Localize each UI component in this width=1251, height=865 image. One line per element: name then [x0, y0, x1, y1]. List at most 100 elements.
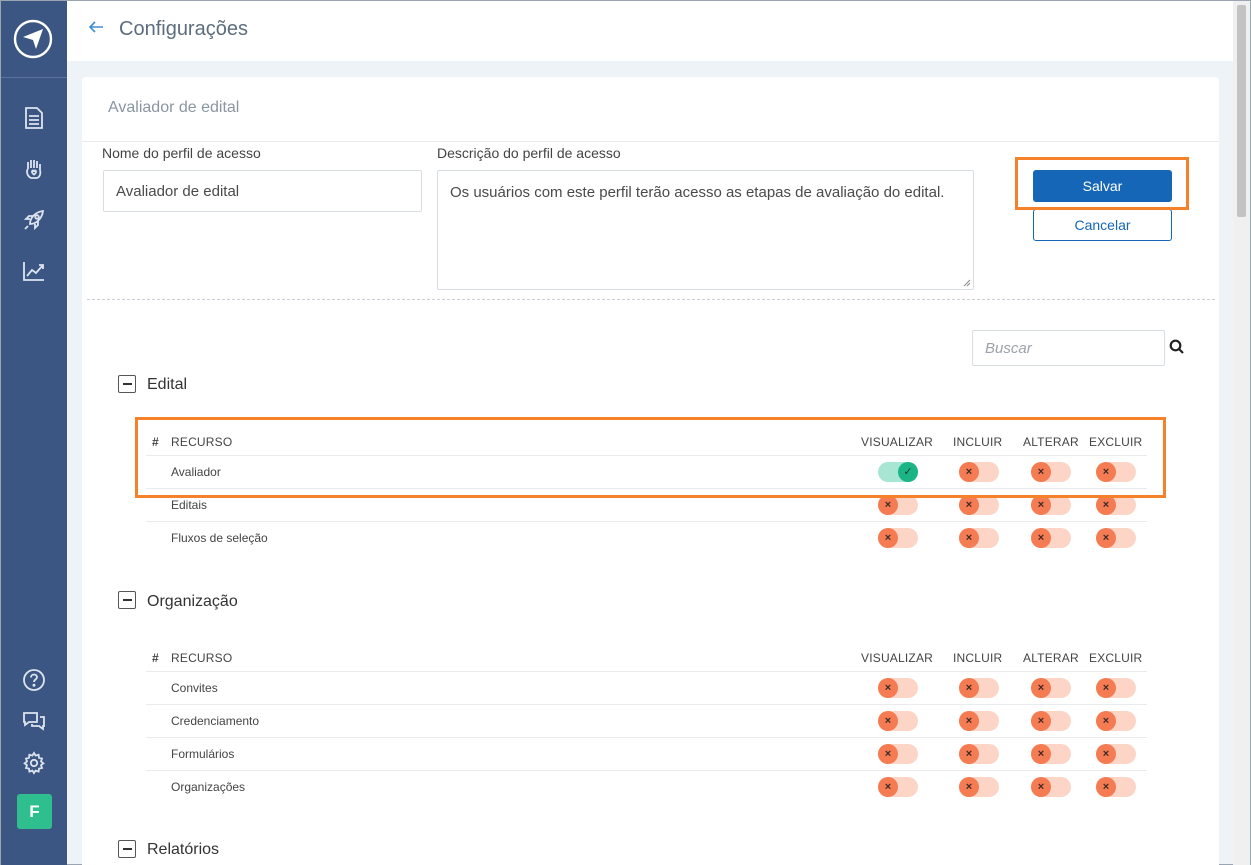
page-title: Configurações	[119, 18, 248, 40]
row-label-editais: Editais	[171, 498, 208, 512]
section-title-edital: Edital	[147, 376, 188, 393]
toggle-convites-include[interactable]: ×	[959, 678, 999, 698]
name-field[interactable]: Avaliador de edital	[103, 170, 422, 212]
header: Configurações	[67, 1, 1235, 61]
description-field[interactable]: Os usuários com este perfil terão acesso…	[437, 170, 974, 290]
collapse-edital-button[interactable]	[118, 375, 136, 393]
toggle-editais-delete[interactable]: ×	[1096, 495, 1136, 515]
dashed-divider	[87, 299, 1215, 300]
toggle-organizacoes-include[interactable]: ×	[959, 777, 999, 797]
x-icon: ×	[1031, 744, 1051, 764]
x-icon: ×	[878, 528, 898, 548]
x-icon: ×	[1096, 777, 1116, 797]
search-input[interactable]: Buscar	[972, 330, 1165, 366]
row-divider	[146, 521, 1147, 522]
save-button-highlight	[1015, 157, 1189, 210]
row-label-fluxos: Fluxos de seleção	[171, 531, 268, 545]
row-divider	[146, 671, 1147, 672]
x-icon: ×	[1031, 678, 1051, 698]
x-icon: ×	[959, 678, 979, 698]
x-icon: ×	[878, 777, 898, 797]
toggle-credenciamento-alter[interactable]: ×	[1031, 711, 1071, 731]
toggle-formularios-include[interactable]: ×	[959, 744, 999, 764]
toggle-convites-delete[interactable]: ×	[1096, 678, 1136, 698]
x-icon: ×	[1096, 711, 1116, 731]
toggle-organizacoes-view[interactable]: ×	[878, 777, 918, 797]
th-hash: #	[152, 651, 159, 665]
toggle-convites-alter[interactable]: ×	[1031, 678, 1071, 698]
section-title-relatorios: Relatórios	[147, 841, 220, 858]
sidebar-divider	[1, 77, 67, 78]
toggle-editais-include[interactable]: ×	[959, 495, 999, 515]
avatar[interactable]: F	[17, 794, 52, 829]
toggle-credenciamento-delete[interactable]: ×	[1096, 711, 1136, 731]
x-icon: ×	[959, 495, 979, 515]
card-title: Avaliador de edital	[108, 99, 240, 116]
toggle-organizacoes-delete[interactable]: ×	[1096, 777, 1136, 797]
x-icon: ×	[1031, 528, 1051, 548]
toggle-fluxos-view[interactable]: ×	[878, 528, 918, 548]
logo-icon[interactable]	[12, 18, 54, 60]
toggle-formularios-alter[interactable]: ×	[1031, 744, 1071, 764]
x-icon: ×	[1031, 777, 1051, 797]
scrollbar[interactable]	[1233, 1, 1250, 865]
x-icon: ×	[878, 744, 898, 764]
toggle-fluxos-include[interactable]: ×	[959, 528, 999, 548]
x-icon: ×	[878, 495, 898, 515]
help-icon[interactable]	[21, 667, 47, 693]
row-label-formularios: Formulários	[171, 747, 235, 761]
x-icon: ×	[959, 528, 979, 548]
x-icon: ×	[1031, 495, 1051, 515]
x-icon: ×	[1031, 711, 1051, 731]
th-view: VISUALIZAR	[861, 651, 934, 665]
th-resource: RECURSO	[171, 651, 233, 665]
x-icon: ×	[878, 711, 898, 731]
th-delete: EXCLUIR	[1089, 651, 1143, 665]
row-label-organizacoes: Organizações	[171, 780, 246, 794]
chart-line-icon[interactable]	[21, 258, 47, 284]
row-label-convites: Convites	[171, 681, 218, 695]
toggle-organizacoes-alter[interactable]: ×	[1031, 777, 1071, 797]
x-icon: ×	[959, 777, 979, 797]
card-divider	[82, 141, 1219, 142]
x-icon: ×	[1096, 678, 1116, 698]
resize-grip-icon[interactable]	[963, 279, 971, 287]
description-text: Os usuários com este perfil terão acesso…	[450, 184, 945, 201]
section-title-organizacao: Organização	[147, 593, 238, 610]
back-arrow-icon[interactable]	[87, 17, 105, 37]
row-divider	[146, 704, 1147, 705]
name-field-label: Nome do perfil de acesso	[102, 145, 261, 161]
toggle-credenciamento-include[interactable]: ×	[959, 711, 999, 731]
toggle-fluxos-delete[interactable]: ×	[1096, 528, 1136, 548]
th-include: INCLUIR	[953, 651, 1003, 665]
row-divider	[146, 737, 1147, 738]
document-icon[interactable]	[21, 105, 47, 131]
cancel-button[interactable]: Cancelar	[1033, 209, 1172, 241]
toggle-convites-view[interactable]: ×	[878, 678, 918, 698]
toggle-formularios-view[interactable]: ×	[878, 744, 918, 764]
hand-heart-icon[interactable]	[21, 156, 47, 182]
row-label-credenciamento: Credenciamento	[171, 714, 260, 728]
row-divider	[146, 770, 1147, 771]
description-field-label: Descrição do perfil de acesso	[437, 145, 621, 161]
th-alter: ALTERAR	[1023, 651, 1079, 665]
toggle-credenciamento-view[interactable]: ×	[878, 711, 918, 731]
gear-icon[interactable]	[21, 750, 47, 776]
collapse-relatorios-button[interactable]	[118, 840, 136, 858]
x-icon: ×	[878, 678, 898, 698]
scrollbar-thumb[interactable]	[1237, 5, 1246, 217]
x-icon: ×	[1096, 528, 1116, 548]
permissions-highlight	[135, 417, 1166, 498]
toggle-fluxos-alter[interactable]: ×	[1031, 528, 1071, 548]
toggle-editais-view[interactable]: ×	[878, 495, 918, 515]
sidebar: F	[1, 1, 67, 865]
x-icon: ×	[1096, 744, 1116, 764]
chat-icon[interactable]	[21, 708, 47, 734]
toggle-editais-alter[interactable]: ×	[1031, 495, 1071, 515]
collapse-organizacao-button[interactable]	[118, 591, 136, 609]
search-icon[interactable]	[1168, 338, 1186, 356]
x-icon: ×	[959, 711, 979, 731]
rocket-icon[interactable]	[21, 207, 47, 233]
x-icon: ×	[959, 744, 979, 764]
toggle-formularios-delete[interactable]: ×	[1096, 744, 1136, 764]
